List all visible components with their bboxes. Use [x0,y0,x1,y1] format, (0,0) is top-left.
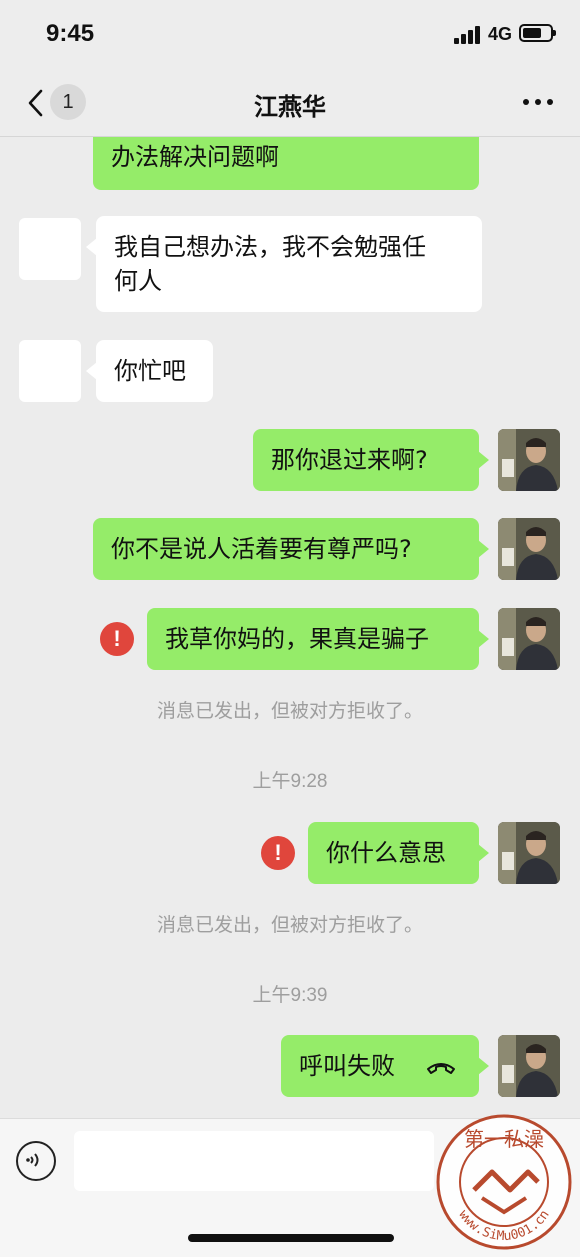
message-text: 你不是说人活着要有尊严吗? [111,535,412,563]
signal-icon [454,26,482,44]
message-text: 我草你妈的，果真是骗子 [165,625,429,653]
voice-icon[interactable] [16,1141,56,1181]
message-input[interactable] [74,1131,434,1191]
message-timestamp: 上午9:28 [252,771,328,792]
send-failed-icon[interactable]: ! [261,836,295,870]
self-avatar[interactable] [498,1035,560,1097]
self-avatar[interactable] [498,429,560,491]
system-notice: 消息已发出，但被对方拒收了。 [156,700,423,722]
self-avatar[interactable] [498,518,560,580]
network-type: 4G [488,24,513,44]
chat-title: 江燕华 [254,93,326,121]
status-time: 9:45 [46,20,95,47]
chat-area[interactable]: 办法解决问题啊 我自己想办法，我不会勉强任 何人 你忙吧 那你退过来啊? 你不是… [0,0,580,1120]
portrait-photo [498,822,560,884]
ellipsis-icon[interactable] [518,90,558,114]
battery-icon [519,24,556,42]
home-indicator [188,1234,394,1242]
chat-header: 1 江燕华 [0,70,580,137]
message-text: 呼叫失败 [299,1052,395,1080]
message-text: 那你退过来啊? [271,446,428,474]
message-bubble-outgoing[interactable]: 我草你妈的，果真是骗子 [147,608,489,670]
portrait-photo [498,608,560,670]
message-text: 办法解决问题啊 [111,143,279,171]
phone-hangup-icon [426,1063,455,1074]
contact-avatar[interactable] [19,340,81,402]
self-avatar[interactable] [498,822,560,884]
call-record-bubble[interactable]: 呼叫失败 [281,1035,489,1097]
portrait-photo [498,1035,560,1097]
portrait-photo [498,429,560,491]
voice-wave-icon [26,1153,39,1167]
message-text-line: 何人 [114,267,162,295]
message-bubble-outgoing[interactable]: 你不是说人活着要有尊严吗? [93,518,489,580]
message-text: 你什么意思 [326,839,446,867]
system-notice: 消息已发出，但被对方拒收了。 [156,914,423,936]
message-timestamp: 上午9:39 [252,985,328,1006]
self-avatar[interactable] [498,608,560,670]
message-bubble-outgoing[interactable]: 那你退过来啊? [253,429,489,491]
portrait-photo [498,518,560,580]
svg-text:第一私澡: 第一私澡 [464,1127,544,1151]
status-bar: 9:45 4G [0,0,580,70]
watermark-stamp: 第一私澡 www.SiMu001.cn [436,1114,572,1250]
message-bubble-incoming[interactable]: 你忙吧 [86,340,213,402]
send-failed-icon[interactable]: ! [100,622,134,656]
message-text: 你忙吧 [114,357,186,385]
contact-avatar[interactable] [19,218,81,280]
message-text-line: 我自己想办法，我不会勉强任 [114,233,426,261]
message-bubble-incoming[interactable]: 我自己想办法，我不会勉强任 何人 [86,216,482,312]
message-bubble-outgoing[interactable]: 你什么意思 [308,822,489,884]
